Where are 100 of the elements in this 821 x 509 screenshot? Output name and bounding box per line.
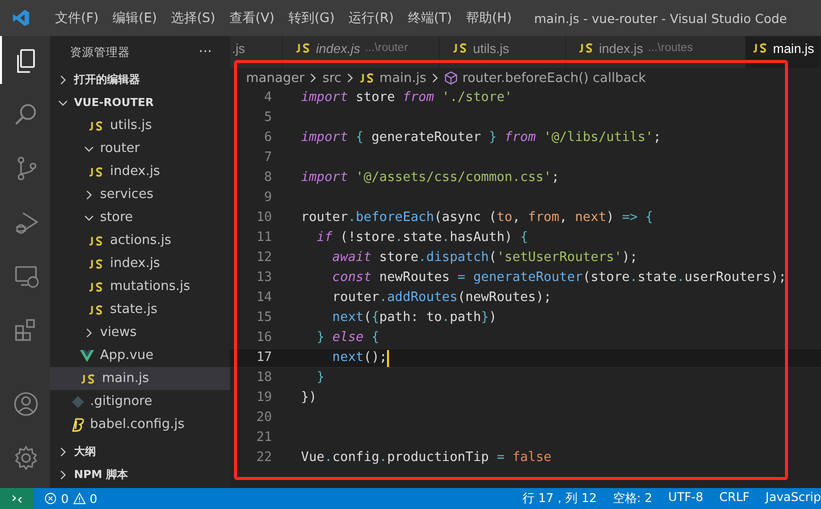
panel-title: 资源管理器 [70,44,130,60]
menu-item[interactable]: 终端(T) [400,9,459,27]
menu-item[interactable]: 转到(G) [281,9,342,27]
line-number: 16 [255,329,272,347]
file-item[interactable]: utils.js [50,114,230,137]
chevron-right-icon [84,328,94,338]
search-icon [13,101,39,127]
code-line: if (!store.state.hasAuth) { [316,229,528,247]
settings-icon [13,445,39,471]
chevron-right-icon [430,73,440,83]
code-line: Vue.config.productionTip = false [301,449,552,467]
js-file-icon [88,304,104,314]
status-item[interactable]: JavaScrip [766,490,821,507]
file-item[interactable]: App.vue [50,344,230,367]
code-line: next({path: to.path}) [331,309,497,327]
js-file-icon [88,236,104,246]
js-file-icon [88,258,104,268]
breadcrumb-item[interactable]: manager [246,70,304,86]
code-line: router.beforeEach(async (to, from, next) => { [301,209,654,227]
status-item[interactable]: UTF-8 [668,490,704,507]
status-item[interactable]: 行 17，列 12 [522,490,597,507]
folder-item[interactable]: store [50,206,230,229]
section-header[interactable]: NPM 脚本 [50,463,230,486]
editor-tab[interactable]: index.js ...\router [283,36,440,68]
line-number: 4 [263,89,272,107]
diamond-file-icon [72,396,84,408]
warning-icon [72,492,86,505]
line-number: 5 [263,109,272,127]
js-file-icon [88,282,104,292]
js-file-icon [88,120,104,130]
babel-file-icon [72,418,84,432]
editor-tab[interactable]: main.js [746,36,821,68]
line-number: 9 [263,189,272,207]
code-line: import store from './store' [301,89,512,107]
account-icon [13,391,39,417]
menu-item[interactable]: 帮助(H) [458,9,519,27]
line-number: 15 [255,309,272,327]
section-header[interactable]: 大纲 [50,440,230,463]
remote-button[interactable] [0,488,34,509]
js-file-icon [452,43,468,53]
code-line: import '@/assets/css/common.css'; [301,169,560,187]
breadcrumb-item[interactable]: src [322,70,342,86]
file-item[interactable]: .gitignore [50,390,230,413]
menu-item[interactable]: 查看(V) [222,9,282,27]
line-number: 11 [255,229,272,247]
code-line: next(); [331,349,388,367]
status-item[interactable]: CRLF [719,490,750,507]
line-number: 19 [255,389,272,407]
file-item[interactable]: actions.js [50,229,230,252]
file-item[interactable]: babel.config.js [50,413,230,436]
line-number: 12 [255,249,272,267]
breadcrumb-item[interactable]: router.beforeEach() callback [444,70,646,86]
file-item[interactable]: main.js [50,367,230,390]
status-item[interactable]: 空格: 2 [612,490,652,507]
chevron-down-icon [84,212,94,222]
line-number: 20 [255,409,272,427]
editor-tab[interactable]: .js [230,36,283,68]
file-item[interactable]: index.js [50,160,230,183]
js-file-icon [578,43,594,53]
chevron-right-icon [58,446,68,456]
more-actions-button[interactable]: ··· [198,44,212,60]
code-line: } [316,369,324,387]
line-number: 6 [263,129,272,147]
folder-item[interactable]: views [50,321,230,344]
line-number: 22 [255,449,272,467]
menu-item[interactable]: 文件(F) [48,9,106,27]
js-file-icon [359,73,376,83]
code-line: } else { [316,329,380,347]
file-item[interactable]: state.js [50,298,230,321]
file-item[interactable]: mutations.js [50,275,230,298]
menu-item[interactable]: 编辑(E) [106,9,164,27]
error-count: 0 [61,492,69,506]
chevron-right-icon [308,73,318,83]
code-line: import { generateRouter } from '@/libs/utils'; [301,129,662,147]
code-line: }) [301,389,317,407]
problems-button[interactable]: 0 0 [34,492,108,506]
section-header[interactable]: 打开的编辑器 [50,68,230,91]
code-line: const newRoutes = generateRouter(store.state.userRouters); [331,269,786,287]
chevron-right-icon [58,74,68,84]
file-item[interactable]: index.js [50,252,230,275]
line-number: 8 [263,169,272,187]
line-number: 7 [263,149,272,167]
menu-item[interactable]: 运行(R) [342,9,401,27]
line-number: 17 [255,349,272,367]
line-number: 18 [255,369,272,387]
menu-item[interactable]: 选择(S) [164,9,222,27]
chevron-right-icon [84,190,94,200]
chevron-right-icon [58,470,68,480]
vue-file-icon [80,350,94,362]
js-file-icon [88,166,104,176]
editor-tab[interactable]: utils.js [440,36,566,68]
editor-logo-icon [12,9,30,27]
section-header[interactable]: VUE-ROUTER [50,91,230,114]
code-line: await store.dispatch('setUserRouters'); [331,249,638,267]
editor-tab[interactable]: index.js ...\routes [566,36,746,68]
error-icon [44,492,57,505]
folder-item[interactable]: router [50,137,230,160]
line-number: 14 [255,289,272,307]
folder-item[interactable]: services [50,183,230,206]
breadcrumb-item[interactable]: main.js [359,70,426,86]
